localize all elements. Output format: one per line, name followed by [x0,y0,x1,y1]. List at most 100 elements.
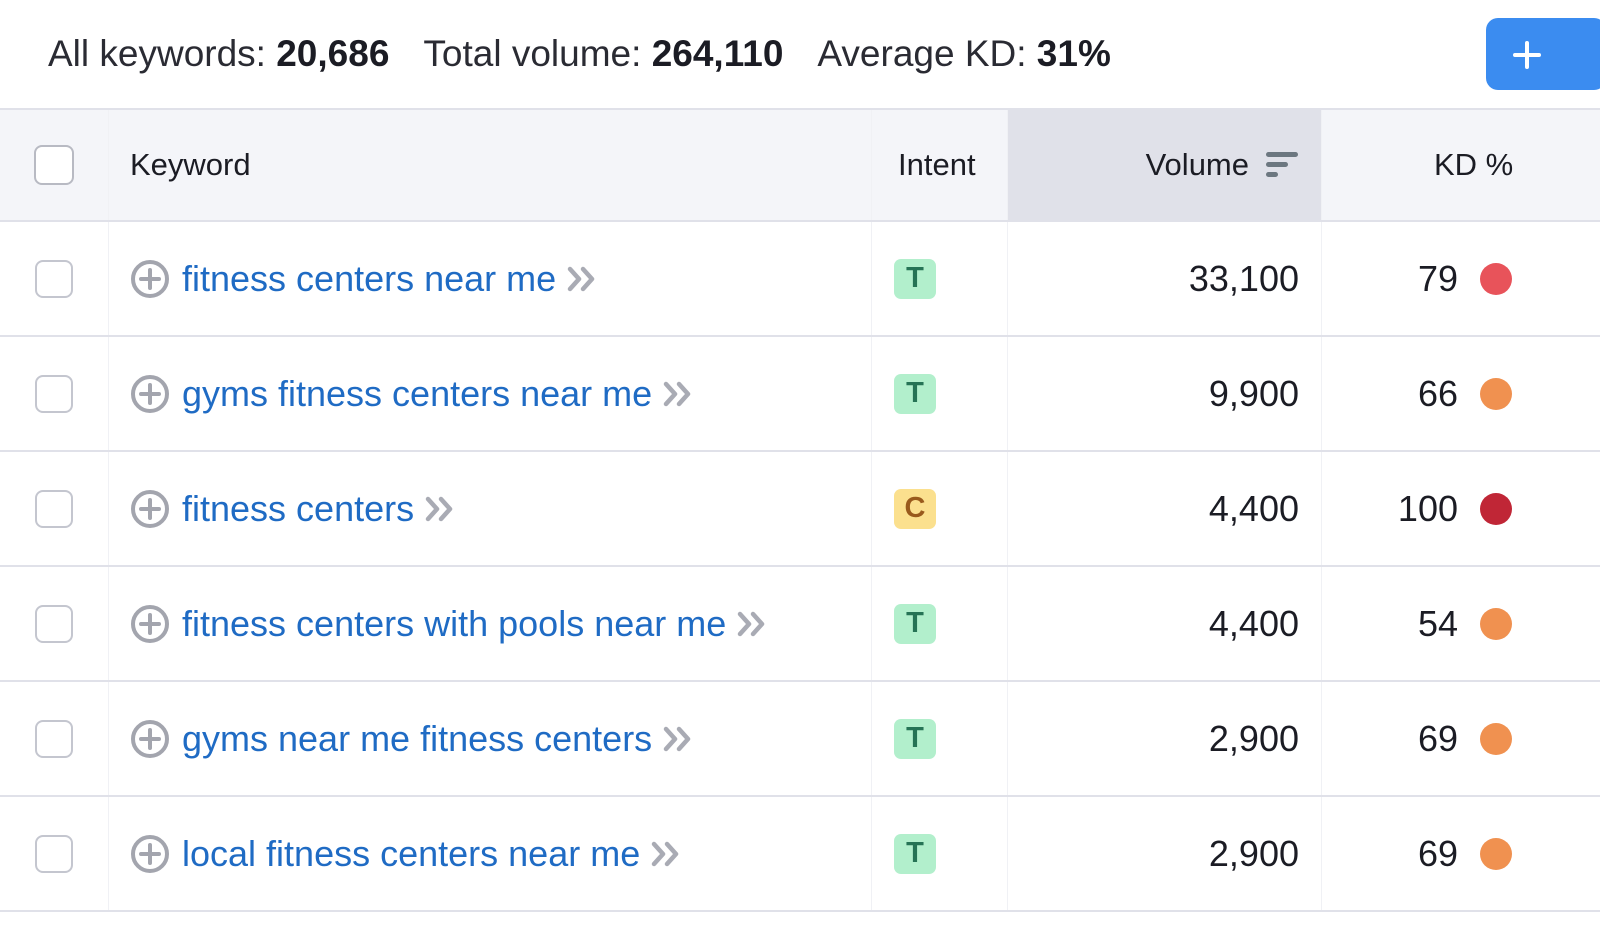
kd-cell: 69 [1322,797,1600,910]
add-keywords-button[interactable] [1486,18,1600,90]
total-volume-label: Total volume: [423,33,642,74]
row-checkbox-cell [0,452,109,565]
keyword-cell: gyms near me fitness centers [108,682,872,795]
column-header-kd-label: KD % [1434,147,1514,182]
kd-difficulty-dot [1480,492,1512,525]
row-checkbox-cell [0,797,109,910]
intent-cell: T [872,222,1008,335]
kd-difficulty-dot [1480,722,1512,755]
kd-difficulty-dot [1480,262,1512,295]
summary-bar: All keywords: 20,686 Total volume: 264,1… [48,30,1145,78]
add-to-list-icon[interactable] [130,374,170,414]
keyword-cell: fitness centers [108,452,872,565]
volume-cell: 2,900 [1008,682,1322,795]
table-row: local fitness centers near me T 2,900 69 [0,797,1600,912]
keyword-cell: fitness centers near me [108,222,872,335]
row-checkbox[interactable] [35,834,73,873]
add-to-list-icon[interactable] [130,489,170,529]
row-checkbox[interactable] [35,489,73,528]
kd-cell: 100 [1322,452,1600,565]
header-checkbox-cell [0,110,109,220]
intent-cell: T [872,682,1008,795]
column-header-volume-label: Volume [1145,147,1249,182]
table-body: fitness centers near me T 33,100 79 gyms [0,222,1600,912]
volume-value: 9,900 [1208,372,1299,414]
table-header: Keyword Intent Volume KD % [0,108,1600,222]
table-row: gyms fitness centers near me T 9,900 66 [0,337,1600,452]
kd-difficulty-dot [1480,607,1512,640]
column-header-intent-label: Intent [898,147,976,182]
add-to-list-icon[interactable] [130,259,170,299]
column-header-volume[interactable]: Volume [1008,110,1322,220]
kd-difficulty-dot [1480,837,1512,870]
kd-value: 100 [1397,487,1458,529]
kd-value: 54 [1417,602,1458,644]
all-keywords-value: 20,686 [276,33,390,74]
keywords-table: Keyword Intent Volume KD % fitness cente… [0,108,1600,912]
double-chevron-right-icon[interactable] [662,380,696,408]
select-all-checkbox[interactable] [34,145,74,185]
double-chevron-right-icon[interactable] [662,725,696,753]
total-volume-stat: Total volume: 264,110 [423,33,783,75]
keyword-link[interactable]: fitness centers [182,488,414,530]
kd-cell: 54 [1322,567,1600,680]
all-keywords-label: All keywords: [48,33,266,74]
double-chevron-right-icon[interactable] [736,610,770,638]
kd-cell: 69 [1322,682,1600,795]
volume-cell: 33,100 [1008,222,1322,335]
kd-value: 66 [1417,372,1458,414]
average-kd-label: Average KD: [817,33,1027,74]
kd-cell: 66 [1322,337,1600,450]
row-checkbox[interactable] [35,374,73,413]
volume-value: 4,400 [1208,602,1299,644]
kd-cell: 79 [1322,222,1600,335]
row-checkbox[interactable] [35,719,73,758]
column-header-intent[interactable]: Intent [872,110,1008,220]
row-checkbox-cell [0,337,109,450]
volume-value: 4,400 [1208,487,1299,529]
kd-value: 69 [1417,717,1458,759]
intent-badge: C [894,488,936,529]
keyword-link[interactable]: local fitness centers near me [182,833,640,875]
intent-badge: T [894,373,936,414]
keyword-cell: local fitness centers near me [108,797,872,910]
intent-badge: T [894,833,936,874]
row-checkbox-cell [0,222,109,335]
volume-cell: 4,400 [1008,567,1322,680]
add-to-list-icon[interactable] [130,604,170,644]
volume-cell: 2,900 [1008,797,1322,910]
volume-cell: 9,900 [1008,337,1322,450]
intent-badge: T [894,258,936,299]
intent-badge: T [894,718,936,759]
kd-value: 69 [1417,832,1458,874]
table-row: fitness centers C 4,400 100 [0,452,1600,567]
double-chevron-right-icon[interactable] [650,840,684,868]
keyword-cell: gyms fitness centers near me [108,337,872,450]
sort-descending-icon[interactable] [1265,151,1299,179]
intent-cell: T [872,797,1008,910]
row-checkbox[interactable] [35,604,73,643]
keyword-cell: fitness centers with pools near me [108,567,872,680]
volume-value: 2,900 [1208,832,1299,874]
column-header-kd[interactable]: KD % [1322,110,1600,220]
kd-value: 79 [1417,257,1458,299]
row-checkbox[interactable] [35,259,73,298]
double-chevron-right-icon[interactable] [424,495,458,523]
total-volume-value: 264,110 [651,33,784,74]
keyword-link[interactable]: gyms fitness centers near me [182,373,652,415]
row-checkbox-cell [0,567,109,680]
intent-badge: T [894,603,936,644]
all-keywords-stat: All keywords: 20,686 [48,33,389,75]
add-to-list-icon[interactable] [130,834,170,874]
volume-value: 2,900 [1208,717,1299,759]
keyword-link[interactable]: fitness centers with pools near me [182,603,726,645]
double-chevron-right-icon[interactable] [566,265,600,293]
keyword-link[interactable]: gyms near me fitness centers [182,718,652,760]
intent-cell: T [872,567,1008,680]
column-header-keyword[interactable]: Keyword [108,110,872,220]
volume-cell: 4,400 [1008,452,1322,565]
kd-difficulty-dot [1480,377,1512,410]
keyword-link[interactable]: fitness centers near me [182,258,556,300]
average-kd-value: 31% [1036,33,1111,74]
add-to-list-icon[interactable] [130,719,170,759]
